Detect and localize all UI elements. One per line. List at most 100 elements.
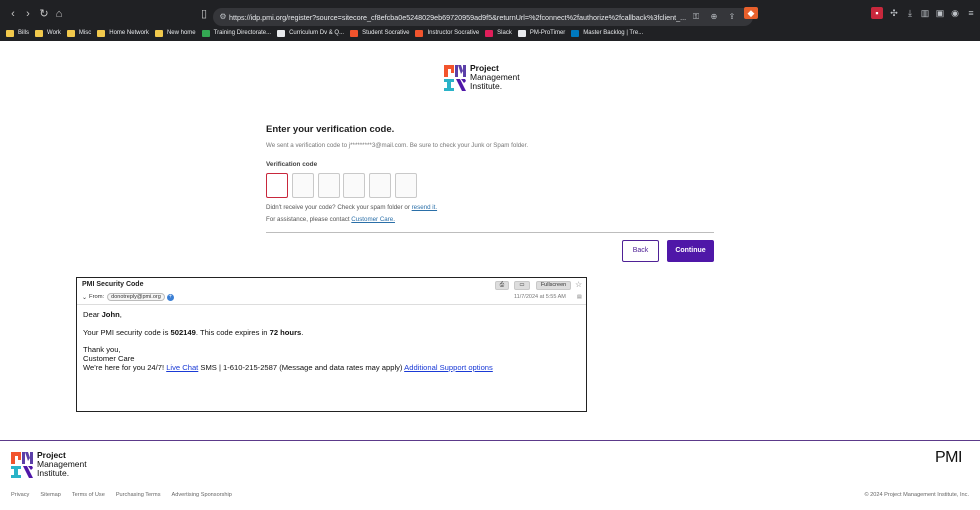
zoom-icon[interactable]: ⊕ <box>709 12 719 22</box>
bookmark-item[interactable]: Student Socrative <box>350 26 409 40</box>
window-icon[interactable]: ▭ <box>514 281 530 290</box>
profile-icon[interactable]: ◉ <box>949 7 961 19</box>
chevron-down-icon[interactable]: ⌄ <box>82 294 87 301</box>
code-digit-5[interactable] <box>369 173 391 198</box>
bookmark-label: Curriculum Dv & Q... <box>289 30 345 36</box>
folder-icon <box>6 29 14 37</box>
bookmark-icon[interactable]: ▯ <box>197 7 211 21</box>
extension-icon[interactable]: ▪ <box>871 7 883 19</box>
bookmark-label: Student Socrative <box>362 30 410 36</box>
forward-arrow-icon[interactable]: › <box>21 7 35 21</box>
trello-icon <box>571 29 580 37</box>
code-digit-4[interactable] <box>343 173 365 198</box>
email-preview-panel: PMI Security Code ⎙ ▭ Fullscreen ☆ ⌄ Fro… <box>76 277 587 412</box>
form-divider <box>266 232 714 233</box>
add-contact-icon[interactable]: + <box>166 293 174 301</box>
sender-chip[interactable]: donotreply@pmi.org <box>107 293 165 301</box>
footer-link[interactable]: Advertising Sponsorship <box>172 492 232 498</box>
bookmark-label: Misc <box>78 30 92 36</box>
sidebar-icon[interactable]: ▥ <box>919 7 931 19</box>
pmi-logo[interactable]: Project Management Institute. <box>444 64 520 91</box>
address-bar[interactable]: ⚙ https://idp.pmi.org/register?source=si… <box>213 8 753 26</box>
toolbar: ‹ › ↻ ⌂ ▯ ⚙ https://idp.pmi.org/register… <box>0 3 980 26</box>
folder-icon <box>35 29 44 37</box>
socrative-icon <box>350 29 359 37</box>
assistance-hint: For assistance, please contact Customer … <box>266 216 395 223</box>
bookmark-item[interactable]: Instructor Socrative <box>415 26 479 40</box>
footer-link[interactable]: Terms of Use <box>72 492 105 498</box>
footer-link[interactable]: Purchasing Terms <box>116 492 161 498</box>
socrative-icon <box>415 29 424 37</box>
code-line: Your PMI security code is 502149. This c… <box>83 327 304 337</box>
customer-care-link[interactable]: Customer Care. <box>351 216 395 223</box>
details-icon[interactable]: ▤ <box>577 294 582 300</box>
download-icon[interactable]: ⤓ <box>904 7 916 19</box>
bookmark-item[interactable]: Bills <box>6 26 29 40</box>
code-digit-6[interactable] <box>395 173 417 198</box>
bookmark-label: Home Network <box>109 30 149 36</box>
live-chat-link[interactable]: Live Chat <box>166 363 198 372</box>
print-icon[interactable]: ⎙ <box>495 281 509 290</box>
bookmark-label: Training Directorate... <box>213 30 272 36</box>
bookmark-label: Bills <box>18 30 30 36</box>
fullscreen-button[interactable]: Fullscreen <box>536 281 571 290</box>
code-digit-3[interactable] <box>318 173 340 198</box>
bookmark-item[interactable]: Curriculum Dv & Q... <box>277 26 344 40</box>
sent-code-message: We sent a verification code to j********… <box>266 142 529 149</box>
pmi-logo-text: Project Management Institute. <box>470 63 520 91</box>
resend-link[interactable]: resend it. <box>412 204 437 211</box>
bookmark-item[interactable]: Training Directorate... <box>201 26 272 40</box>
url-text: https://idp.pmi.org/register?source=site… <box>229 12 687 22</box>
email-from: ⌄ From: donotreply@pmi.org + <box>82 293 174 301</box>
footer-divider <box>0 440 980 441</box>
email-body: Dear John, Your PMI security code is 502… <box>83 310 493 373</box>
bookmark-item[interactable]: New home <box>154 26 196 40</box>
site-info-icon[interactable]: ⚙ <box>218 12 228 22</box>
verification-code-label: Verification code <box>266 161 318 168</box>
bookmark-item[interactable]: Misc <box>66 26 92 40</box>
back-button[interactable]: Back <box>622 240 659 262</box>
footer-link[interactable]: Sitemap <box>40 492 61 498</box>
folder-icon <box>66 29 75 37</box>
bookmark-item[interactable]: Home Network <box>97 26 149 40</box>
drive-icon <box>201 29 210 37</box>
extensions-puzzle-icon[interactable]: ✣ <box>888 7 900 19</box>
brave-shield-icon[interactable]: ◆ <box>744 7 758 19</box>
password-key-icon[interactable]: ⚿ <box>691 12 701 22</box>
share-icon[interactable]: ⇪ <box>727 12 737 22</box>
pmi-logo-mark-icon <box>11 451 33 478</box>
bookmark-label: Instructor Socrative <box>427 30 480 36</box>
menu-icon[interactable]: ≡ <box>965 7 977 19</box>
home-icon[interactable]: ⌂ <box>52 7 66 21</box>
footer-links: Privacy Sitemap Terms of Use Purchasing Ter… <box>11 492 243 498</box>
bookmark-item[interactable]: Slack <box>485 26 512 40</box>
greeting-line: Dear John, <box>83 310 122 319</box>
bookmark-item[interactable]: PM-ProTimer <box>517 26 565 40</box>
folder-icon <box>154 29 163 37</box>
page-title: Enter your verification code. <box>266 124 395 135</box>
doc-icon <box>277 29 286 37</box>
security-code: 502149 <box>170 327 196 337</box>
bookmark-label: Slack <box>497 30 512 36</box>
support-options-link[interactable]: Additional Support options <box>404 363 493 372</box>
pmi-wordmark: PMI <box>935 449 962 466</box>
pmi-logo-mark-icon <box>444 64 466 91</box>
email-date: 11/7/2024 at 5:55 AM <box>514 294 566 300</box>
back-arrow-icon[interactable]: ‹ <box>6 7 20 21</box>
bookmark-label: Master Backlog | Tre... <box>583 30 644 36</box>
code-digit-2[interactable] <box>292 173 314 198</box>
star-icon[interactable]: ☆ <box>575 280 582 289</box>
pmi-logo-text: Project Management Institute. <box>37 450 87 478</box>
footer-pmi-logo[interactable]: Project Management Institute. <box>11 451 87 478</box>
reload-icon[interactable]: ↻ <box>37 7 51 21</box>
footer-link[interactable]: Privacy <box>11 492 29 498</box>
continue-button[interactable]: Continue <box>667 240 714 262</box>
copyright: © 2024 Project Management Institute, Inc… <box>864 492 969 498</box>
bookmark-item[interactable]: Master Backlog | Tre... <box>571 26 643 40</box>
code-digit-1[interactable] <box>266 173 288 198</box>
wallet-icon[interactable]: ▣ <box>934 7 946 19</box>
help-line: We're here for you 24/7! Live Chat SMS |… <box>83 362 493 372</box>
page-icon <box>517 29 526 37</box>
slack-icon <box>485 29 494 37</box>
bookmark-item[interactable]: Work <box>35 26 61 40</box>
